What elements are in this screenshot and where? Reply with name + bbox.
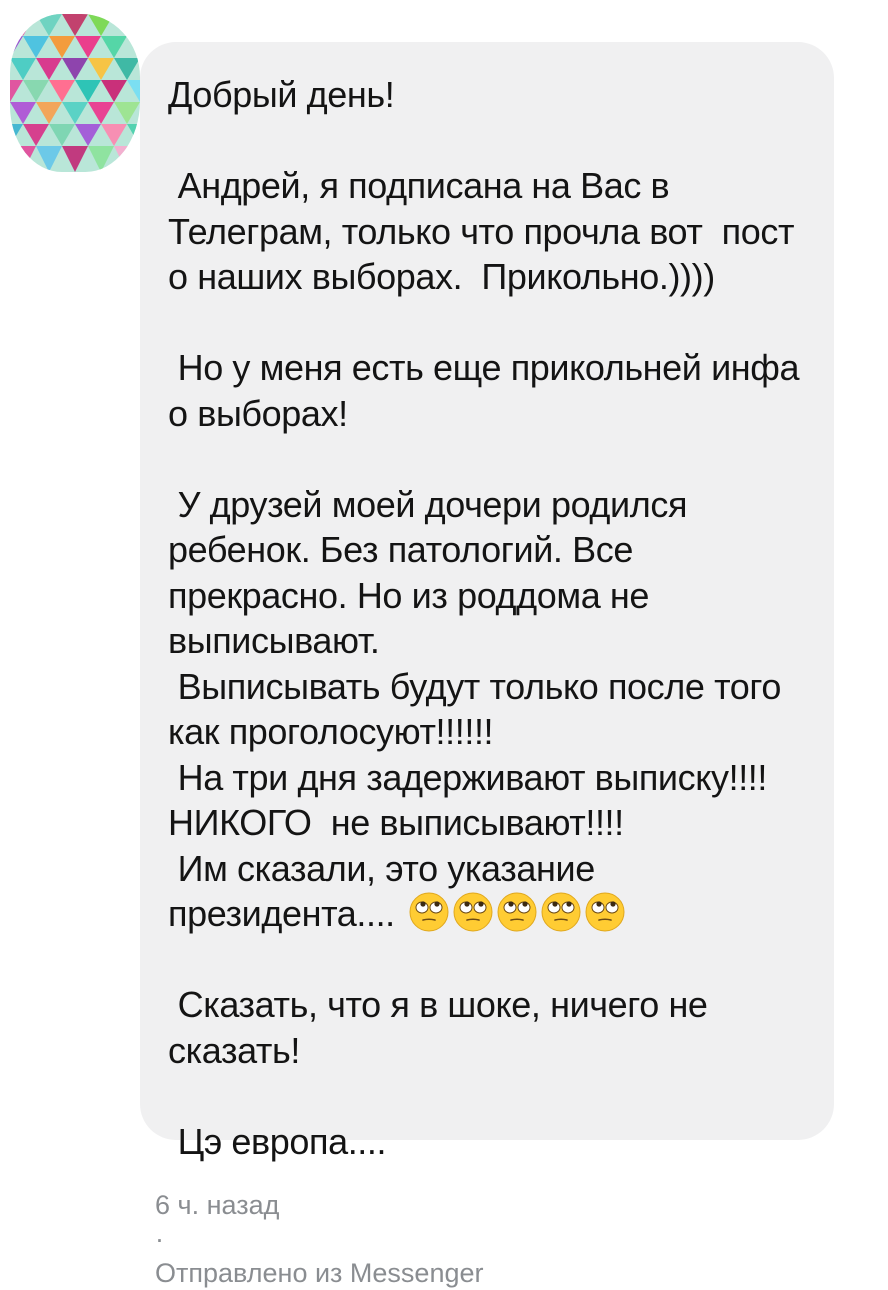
comment-line-text: Но у меня есть еще прикольней инфа xyxy=(168,347,800,388)
comment-line: сказать! xyxy=(168,1028,810,1074)
comment-line: На три дня задерживают выписку!!!! xyxy=(168,755,810,801)
comment-line-text: На три дня задерживают выписку!!!! xyxy=(168,756,768,798)
comment-line: Выписывать будут только после того xyxy=(168,664,810,710)
rolling-eyes-emoji-icon xyxy=(585,892,625,932)
comment-line: Андрей, я подписана на Вас в xyxy=(168,163,810,209)
comment-line-text: о выборах! xyxy=(168,392,348,434)
comment-line: ребенок. Без патологий. Все xyxy=(168,527,810,573)
comment-line-text: НИКОГО не выписывают!!!! xyxy=(168,802,624,843)
comment-line-text: Телеграм, только что прочла вот пост xyxy=(168,210,795,252)
comment-line-text: Андрей, я подписана на Вас в xyxy=(168,165,670,206)
comment-line-text: прекрасно. Но из роддома не xyxy=(168,574,650,616)
comment-line-text: ребенок. Без патологий. Все xyxy=(168,529,633,570)
comment-line xyxy=(168,937,810,983)
meta-separator: · xyxy=(155,1224,165,1254)
comment-line: прекрасно. Но из роддома не xyxy=(168,573,810,619)
comment-line: о наших выборах. Прикольно.)))) xyxy=(168,254,810,300)
timestamp-link[interactable]: 6 ч. назад xyxy=(155,1190,279,1220)
comment-line: Им сказали, это указание xyxy=(168,846,810,892)
comment-line-text: о наших выборах. Прикольно.)))) xyxy=(168,256,715,297)
rolling-eyes-emoji-icon xyxy=(497,892,537,932)
rolling-eyes-emoji-icon xyxy=(453,892,493,932)
emoji-row xyxy=(409,892,625,932)
comment-line-text: как проголосуют!!!!!! xyxy=(168,711,494,752)
comment-line: Телеграм, только что прочла вот пост xyxy=(168,209,810,255)
comment-line xyxy=(168,118,810,164)
comment-line-text: Выписывать будут только после того xyxy=(168,665,782,707)
comment-line-text: президента.... xyxy=(168,893,395,934)
comment-bubble: Добрый день! Андрей, я подписана на Вас … xyxy=(140,42,834,1162)
comment-line: президента.... xyxy=(168,891,810,937)
comment-line: Добрый день! xyxy=(168,72,810,118)
comment-line: У друзей моей дочери родился xyxy=(168,482,810,528)
comment-line-text: Им сказали, это указание xyxy=(168,847,596,889)
comment-line-text: Сказать, что я в шоке, ничего не xyxy=(168,984,708,1025)
comment-line: Сказать, что я в шоке, ничего не xyxy=(168,982,810,1028)
comment-line-text: выписывают. xyxy=(168,620,380,661)
rolling-eyes-emoji-icon xyxy=(409,892,449,932)
comment-line-text: У друзей моей дочери родился xyxy=(168,483,688,525)
comment-line: Но у меня есть еще прикольней инфа xyxy=(168,345,810,391)
comment-meta: 6 ч. назад · Отправлено из Messenger xyxy=(140,1154,484,1290)
avatar[interactable] xyxy=(10,14,140,172)
comment-line xyxy=(168,436,810,482)
comment-line-text: Добрый день! xyxy=(168,74,395,115)
comment-line: о выборах! xyxy=(168,391,810,437)
comment-line: выписывают. xyxy=(168,618,810,664)
comment-line xyxy=(168,300,810,346)
comment-line: НИКОГО не выписывают!!!! xyxy=(168,800,810,846)
sent-via-messenger-label: Отправлено из Messenger xyxy=(155,1258,484,1288)
comment-line-text: сказать! xyxy=(168,1029,300,1071)
comment-line: как проголосуют!!!!!! xyxy=(168,709,810,755)
rolling-eyes-emoji-icon xyxy=(541,892,581,932)
comment-line xyxy=(168,1073,810,1119)
avatar-pattern xyxy=(10,14,140,172)
